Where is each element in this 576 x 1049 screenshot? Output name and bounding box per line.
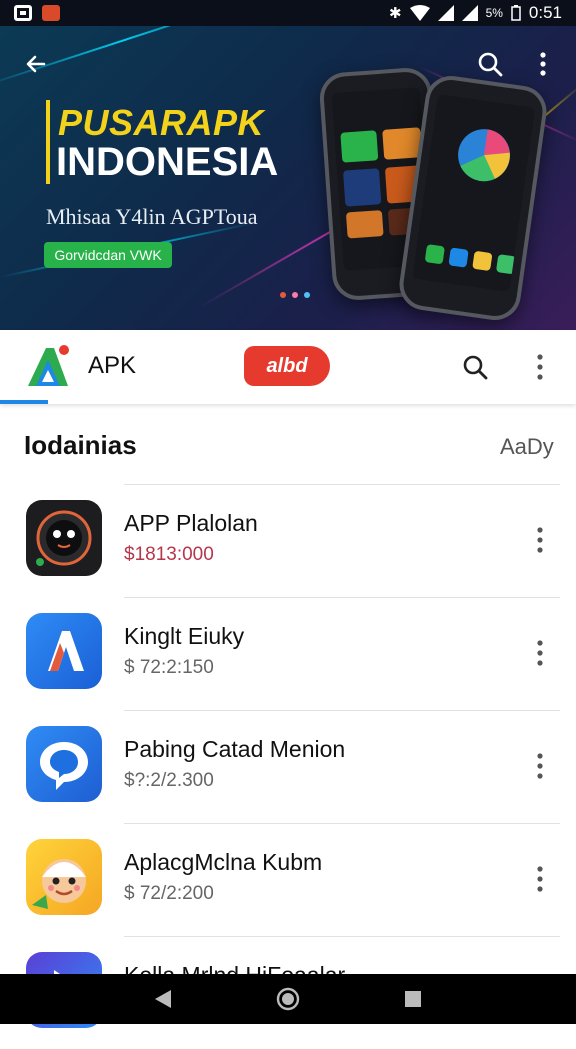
battery-percent: 5% bbox=[485, 6, 503, 20]
vibrate-icon: ✱ bbox=[388, 5, 402, 22]
item-more-button[interactable] bbox=[526, 748, 554, 784]
app-tile bbox=[340, 130, 379, 163]
more-vert-icon bbox=[537, 866, 543, 892]
divider bbox=[124, 823, 560, 824]
triangle-back-icon bbox=[154, 990, 171, 1008]
battery-icon bbox=[511, 5, 521, 21]
app-title: Kinglt Eiuky bbox=[124, 623, 245, 649]
carousel-dot[interactable] bbox=[280, 292, 286, 298]
phone-screen bbox=[412, 94, 536, 292]
more-vert-icon bbox=[540, 52, 546, 76]
hero-title-line2: INDONESIA bbox=[56, 140, 279, 184]
clock: 0:51 bbox=[528, 3, 562, 22]
app-price: $?:2/2.300 bbox=[124, 770, 214, 791]
app-price: $ 72:2:150 bbox=[124, 657, 214, 678]
more-vert-icon bbox=[537, 753, 543, 779]
hero-banner[interactable]: PUSARAPK INDONESIA Mhisaa Y4lin AGPToua … bbox=[0, 26, 576, 330]
search-button[interactable] bbox=[456, 348, 494, 386]
system-nav-bar bbox=[0, 974, 576, 1024]
brand-badge[interactable]: albd bbox=[244, 346, 330, 386]
app-name: APK bbox=[88, 352, 137, 379]
search-icon bbox=[463, 355, 488, 380]
signal-icon-2 bbox=[461, 5, 478, 21]
chat-bubble-icon bbox=[26, 726, 102, 802]
title-accent-bar bbox=[46, 100, 50, 184]
app-bar: APK albd bbox=[0, 330, 576, 404]
app-tile bbox=[345, 210, 384, 239]
list-item[interactable]: Kinglt Eiuky $ 72:2:150 bbox=[0, 597, 576, 710]
app-tile bbox=[472, 250, 493, 272]
item-more-button[interactable] bbox=[526, 861, 554, 897]
app-title: Pabing Catad Menion bbox=[124, 736, 346, 762]
app-tile bbox=[342, 168, 382, 207]
more-vert-icon bbox=[537, 640, 543, 666]
list-item[interactable]: AplacgMclna Kubm $ 72/2:200 bbox=[0, 823, 576, 936]
more-vert-icon bbox=[537, 354, 543, 380]
hero-subtitle: Mhisaa Y4lin AGPToua bbox=[46, 204, 258, 229]
divider bbox=[124, 597, 560, 598]
app-price: $ 72/2:200 bbox=[124, 883, 214, 904]
app-tile bbox=[495, 254, 517, 275]
camera-lens-icon bbox=[26, 500, 102, 576]
nav-home-button[interactable] bbox=[273, 984, 303, 1014]
app-title: AplacgMclna Kubm bbox=[124, 849, 323, 875]
more-options-button[interactable] bbox=[528, 46, 558, 82]
app-tile bbox=[424, 244, 445, 265]
more-vert-icon bbox=[537, 527, 543, 553]
nav-back-button[interactable] bbox=[148, 984, 178, 1014]
section-action-link[interactable]: AaDy bbox=[500, 434, 554, 460]
divider bbox=[124, 484, 560, 485]
list-item[interactable]: Pabing Catad Menion $?:2/2.300 bbox=[0, 710, 576, 823]
active-tab-indicator bbox=[0, 400, 48, 404]
carousel-dot[interactable] bbox=[292, 292, 298, 298]
app-notification-icon bbox=[42, 5, 60, 21]
nav-recents-button[interactable] bbox=[398, 984, 428, 1014]
hero-cta-button[interactable]: Gorvidcdan VWK bbox=[44, 242, 172, 268]
item-more-button[interactable] bbox=[526, 522, 554, 558]
carousel-indicator[interactable] bbox=[280, 292, 310, 298]
divider bbox=[124, 936, 560, 937]
circle-home-icon bbox=[276, 987, 300, 1011]
app-price: $1813:000 bbox=[124, 544, 214, 565]
arrow-left-icon bbox=[26, 55, 46, 73]
app-title: APP Plalolan bbox=[124, 510, 258, 536]
app-tile bbox=[448, 247, 469, 268]
item-more-button[interactable] bbox=[526, 635, 554, 671]
status-bar: ✱ 5% 0:51 bbox=[0, 0, 576, 26]
hero-title: PUSARAPK bbox=[58, 102, 265, 143]
more-options-button[interactable] bbox=[524, 348, 556, 386]
back-button[interactable] bbox=[20, 48, 52, 80]
square-recents-icon bbox=[405, 991, 422, 1007]
cartoon-face-icon bbox=[26, 839, 102, 915]
search-button[interactable] bbox=[472, 46, 508, 82]
section-title: Iodainias bbox=[24, 430, 137, 460]
list-item[interactable]: APP Plalolan $1813:000 bbox=[0, 484, 576, 597]
divider bbox=[124, 710, 560, 711]
search-icon bbox=[478, 52, 503, 77]
notification-icon bbox=[14, 5, 32, 21]
signal-icon bbox=[437, 5, 454, 21]
app-logo-icon[interactable] bbox=[24, 342, 72, 390]
wifi-icon bbox=[409, 5, 430, 21]
letter-a-icon bbox=[26, 613, 102, 689]
app-tile bbox=[382, 127, 423, 160]
carousel-dot[interactable] bbox=[304, 292, 310, 298]
pie-chart-icon bbox=[458, 129, 511, 182]
